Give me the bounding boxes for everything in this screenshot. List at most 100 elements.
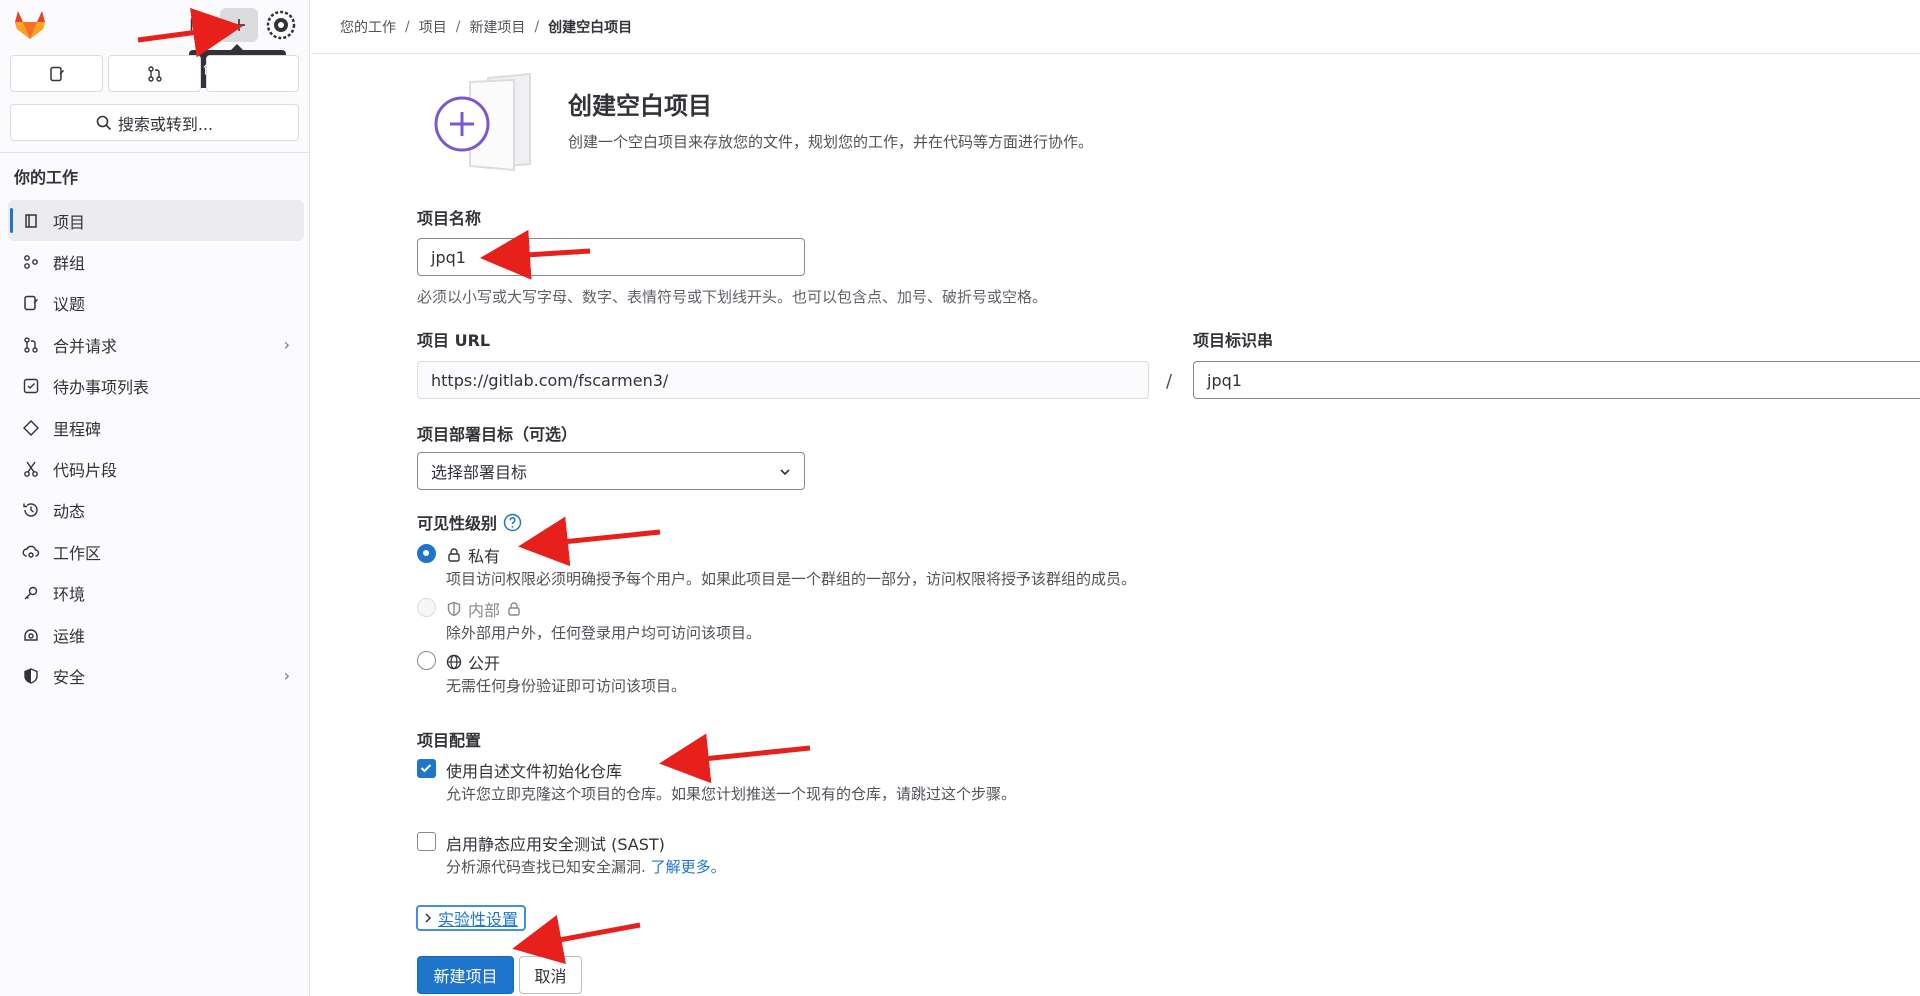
globe-icon [446, 654, 462, 670]
breadcrumb-item[interactable]: 项目 [419, 17, 447, 37]
page-title: 创建空白项目 [568, 92, 712, 120]
sidebar-item-todos[interactable]: 待办事项列表 [8, 366, 304, 407]
visibility-public-option[interactable]: 公开 [446, 650, 500, 674]
breadcrumb-separator: / [534, 18, 540, 35]
sidebar-toggle-icon[interactable] [180, 8, 218, 42]
project-name-input[interactable]: jpq1 [417, 238, 805, 276]
visibility-internal-radio [417, 598, 436, 617]
breadcrumb-current: 创建空白项目 [548, 19, 633, 36]
sidebar-item-projects[interactable]: 项目 [8, 200, 304, 242]
visibility-internal-option: 内部 [446, 597, 522, 621]
sidebar-item-label: 动态 [53, 502, 86, 522]
experimental-settings-toggle[interactable]: 实验性设置 [416, 905, 527, 931]
search-label: 搜索或转到... [117, 114, 214, 134]
workspace-icon [21, 542, 41, 562]
merge-request-icon [21, 335, 41, 355]
sast-desc: 分析源代码查找已知安全漏洞. [446, 858, 646, 876]
visibility-internal-desc: 除外部用户外，任何登录用户均可访问该项目。 [446, 624, 762, 642]
user-avatar[interactable] [262, 8, 300, 42]
plus-icon [233, 19, 245, 31]
deploy-target-select[interactable]: 选择部署目标 [417, 452, 805, 490]
sidebar-item-label: 项目 [53, 212, 86, 232]
shield-icon [21, 666, 41, 686]
visibility-private-option[interactable]: 私有 [446, 543, 500, 567]
sidebar-item-label: 运维 [53, 626, 86, 646]
issues-icon [49, 66, 64, 81]
create-new-button[interactable] [220, 8, 258, 42]
visibility-public-radio[interactable] [417, 651, 436, 670]
chevron-right-icon: › [283, 666, 290, 686]
sast-desc-row: 分析源代码查找已知安全漏洞. 了解更多。 [446, 856, 726, 877]
sidebar-item-label: 环境 [53, 585, 86, 605]
sidebar-item-merge-requests[interactable]: 合并请求 › [8, 324, 304, 365]
lock-icon [448, 548, 460, 562]
history-icon [21, 500, 41, 520]
blank-project-illustration-icon [428, 72, 538, 176]
lock-icon [508, 602, 520, 616]
breadcrumb-item[interactable]: 您的工作 [340, 17, 396, 37]
readme-checkbox[interactable] [417, 759, 436, 778]
sidebar-nav: 项目 群组 议题 合并请求 › 待办事项列表 里程碑 代码片段 动态 工作区 环… [8, 200, 304, 697]
sidebar-item-environments[interactable]: 环境 [8, 573, 304, 614]
experimental-settings-label: 实验性设置 [438, 910, 519, 929]
sidebar-item-workspaces[interactable]: 工作区 [8, 531, 304, 572]
gitlab-logo-icon[interactable] [14, 10, 46, 40]
todos-pill-button[interactable] [206, 55, 299, 92]
sidebar-item-label: 待办事项列表 [53, 378, 150, 398]
snippet-icon [21, 459, 41, 479]
sidebar-section-title: 你的工作 [14, 168, 79, 187]
breadcrumb-separator: / [455, 18, 461, 35]
operations-icon [21, 625, 41, 645]
readme-label[interactable]: 使用自述文件初始化仓库 [446, 758, 622, 782]
sidebar-item-label: 议题 [53, 295, 86, 315]
help-icon[interactable] [503, 513, 522, 532]
cancel-button[interactable]: 取消 [519, 956, 582, 994]
annotation-arrow [512, 915, 641, 965]
group-icon [21, 252, 41, 272]
sidebar-item-label: 工作区 [53, 543, 102, 563]
sidebar-item-label: 合并请求 [53, 336, 118, 356]
sast-checkbox[interactable] [417, 832, 436, 851]
chevron-right-icon: › [283, 335, 290, 355]
create-project-button[interactable]: 新建项目 [417, 956, 514, 994]
sidebar-item-security[interactable]: 安全 › [8, 655, 304, 696]
chevron-right-icon [425, 913, 432, 923]
annotation-arrow [659, 733, 811, 784]
sidebar-item-issues[interactable]: 议题 [8, 283, 304, 324]
sidebar-item-milestones[interactable]: 里程碑 [8, 407, 304, 448]
project-icon [21, 211, 41, 231]
sast-label[interactable]: 启用静态应用安全测试 (SAST) [446, 831, 665, 855]
sidebar-item-operations[interactable]: 运维 [8, 614, 304, 655]
breadcrumb-item[interactable]: 新建项目 [469, 17, 525, 37]
breadcrumb: 您的工作 / 项目 / 新建项目 / 创建空白项目 [311, 0, 1920, 54]
visibility-public-label: 公开 [468, 654, 501, 673]
search-button[interactable]: 搜索或转到... [10, 104, 299, 141]
issues-icon [21, 293, 41, 313]
readme-desc: 允许您立即克隆这个项目的仓库。如果您计划推送一个现有的仓库，请跳过这个步骤。 [446, 785, 1017, 803]
sidebar-item-activity[interactable]: 动态 [8, 490, 304, 531]
breadcrumb-separator: / [405, 18, 410, 35]
sidebar-item-label: 里程碑 [53, 419, 102, 439]
environment-icon [21, 583, 41, 603]
visibility-public-desc: 无需任何身份验证即可访问该项目。 [446, 677, 687, 695]
todo-icon [21, 376, 41, 396]
visibility-private-radio[interactable] [417, 544, 436, 563]
project-name-help: 必须以小写或大写字母、数字、表情符号或下划线开头。也可以包含点、加号、破折号或空… [417, 288, 1048, 306]
check-icon [420, 764, 432, 773]
search-icon [96, 115, 111, 130]
visibility-label: 可见性级别 [417, 514, 498, 533]
merge-requests-pill-button[interactable] [108, 55, 201, 92]
visibility-private-desc: 项目访问权限必须明确授予每个用户。如果此项目是一个群组的一部分，访问权限将授予该… [446, 570, 1137, 588]
sidebar-item-label: 代码片段 [53, 461, 118, 481]
sidebar-item-groups[interactable]: 群组 [8, 241, 304, 282]
issues-pill-button[interactable] [10, 55, 103, 92]
learn-more-link[interactable]: 了解更多。 [651, 858, 726, 876]
sidebar-item-snippets[interactable]: 代码片段 [8, 448, 304, 489]
shield-icon [447, 601, 461, 617]
sidebar-divider [0, 152, 310, 153]
sidebar-item-label: 安全 [53, 667, 86, 687]
project-config-label: 项目配置 [417, 731, 482, 750]
project-url-field[interactable]: https://gitlab.com/fscarmen3/ [417, 361, 1149, 399]
project-slug-input[interactable]: jpq1 [1193, 361, 1920, 399]
url-slash: / [1166, 371, 1173, 392]
